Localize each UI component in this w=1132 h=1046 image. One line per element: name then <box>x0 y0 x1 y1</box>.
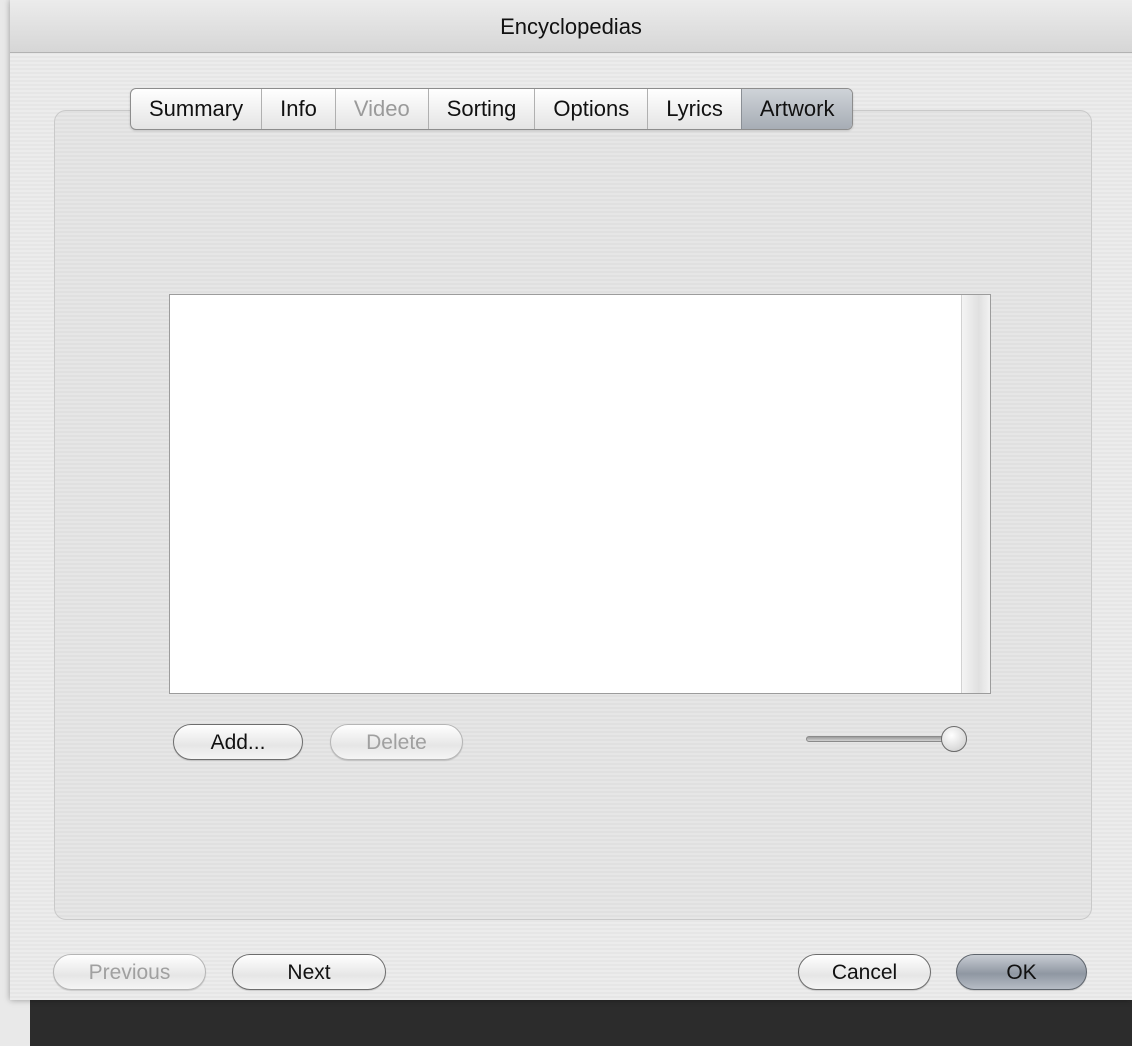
desktop-background <box>30 1000 1132 1046</box>
cancel-button[interactable]: Cancel <box>798 954 931 990</box>
tab-info[interactable]: Info <box>261 89 335 129</box>
tab-summary[interactable]: Summary <box>131 89 261 129</box>
ok-button[interactable]: OK <box>956 954 1087 990</box>
tab-video: Video <box>334 89 428 129</box>
tab-artwork[interactable]: Artwork <box>740 89 853 129</box>
tab-bar: Summary Info Video Sorting Options Lyric… <box>130 88 854 130</box>
info-dialog: Encyclopedias Summary Info Video Sorting… <box>10 0 1132 1000</box>
add-artwork-button[interactable]: Add... <box>173 724 303 760</box>
artwork-size-slider-track[interactable] <box>806 736 956 742</box>
tab-lyrics[interactable]: Lyrics <box>647 89 741 129</box>
artwork-area[interactable] <box>169 294 991 694</box>
window-title: Encyclopedias <box>500 14 642 39</box>
title-bar: Encyclopedias <box>10 0 1132 53</box>
previous-button: Previous <box>53 954 206 990</box>
tab-sorting[interactable]: Sorting <box>427 89 535 129</box>
tab-options[interactable]: Options <box>534 89 647 129</box>
next-button[interactable]: Next <box>232 954 386 990</box>
artwork-scrollbar[interactable] <box>961 295 990 693</box>
delete-artwork-button: Delete <box>330 724 463 760</box>
artwork-size-slider-knob[interactable] <box>941 726 967 752</box>
